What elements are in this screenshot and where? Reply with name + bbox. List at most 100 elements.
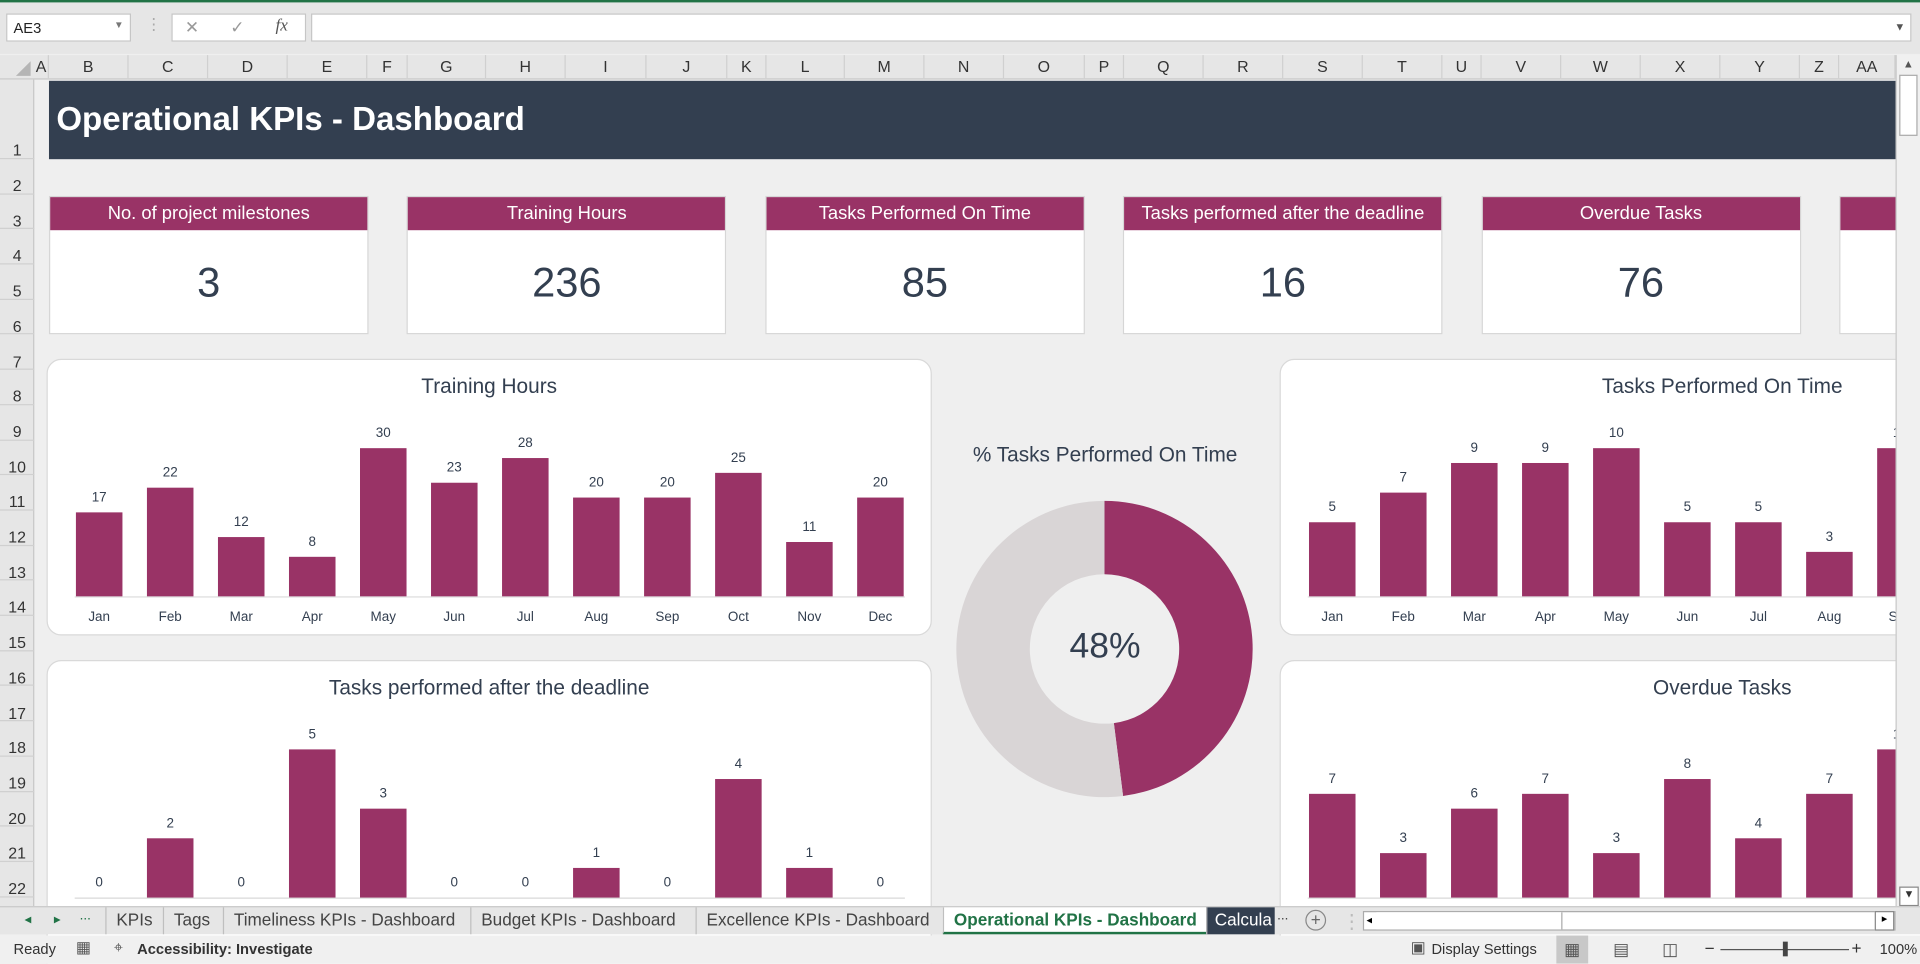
training-hours-chart[interactable]: 17 Jan 22 Feb 12 Mar 8 Apr 30 May 23 Jun 28 Jul 20 Aug 2… [46, 358, 932, 636]
display-settings-button[interactable]: Display Settings [1431, 940, 1536, 957]
row-header-9[interactable]: 9 [0, 405, 35, 441]
bar-Oct[interactable] [715, 472, 762, 597]
horizontal-scrollbar[interactable]: ◂ [1362, 911, 1896, 931]
row-header-7[interactable]: 7 [0, 335, 35, 370]
column-header-M[interactable]: M [845, 55, 925, 80]
scroll-thumb[interactable] [1899, 74, 1918, 136]
zoom-out-button[interactable]: − [1705, 938, 1715, 958]
row-header-21[interactable]: 21 [0, 827, 35, 862]
on-time-tasks-chart[interactable]: 5Jan7Feb9Mar9Apr10May5Jun5Jul3Aug10SepTa… [1279, 358, 1920, 636]
bar-Feb[interactable] [1380, 853, 1427, 898]
row-header-12[interactable]: 12 [0, 511, 35, 546]
bar-Jan[interactable] [75, 512, 123, 597]
bar-Jun[interactable] [1664, 522, 1711, 597]
chevron-down-icon[interactable]: ▼ [114, 20, 124, 31]
column-header-T[interactable]: T [1363, 55, 1443, 80]
name-box[interactable]: AE3 ▼ [6, 13, 132, 42]
row-header-16[interactable]: 16 [0, 651, 35, 687]
vertical-scrollbar[interactable]: ▲ ▼ [1895, 55, 1920, 907]
row-header-14[interactable]: 14 [0, 581, 35, 616]
bar-Feb[interactable] [146, 838, 194, 898]
bar-Aug[interactable] [573, 497, 620, 597]
column-header-P[interactable]: P [1085, 55, 1125, 80]
bar-Mar[interactable] [1451, 808, 1498, 898]
sheet-tab[interactable]: Tags [162, 907, 220, 935]
sheet-tab[interactable]: Budget KPIs - Dashboard [470, 907, 685, 935]
row-header-11[interactable]: 11 [0, 475, 35, 511]
column-header-J[interactable]: J [647, 55, 728, 80]
add-sheet-icon[interactable]: + [1305, 909, 1327, 931]
normal-view-icon[interactable]: ▦ [1556, 935, 1589, 964]
bar-Feb[interactable] [146, 487, 194, 597]
row-header-1[interactable]: 1 [0, 80, 35, 160]
scroll-thumb[interactable] [1376, 912, 1563, 930]
bar-Aug[interactable] [573, 867, 620, 898]
row-header-18[interactable]: 18 [0, 721, 35, 757]
bar-Mar[interactable] [217, 537, 265, 597]
row-header-19[interactable]: 19 [0, 757, 35, 792]
column-header-X[interactable]: X [1641, 55, 1721, 80]
bar-Jul[interactable] [1735, 838, 1782, 898]
column-header-H[interactable]: H [486, 55, 566, 80]
column-header-G[interactable]: G [408, 55, 487, 80]
column-header-K[interactable]: K [727, 55, 767, 80]
cancel-icon[interactable]: ✕ [185, 17, 199, 38]
row-header-22[interactable]: 22 [0, 862, 35, 898]
column-header-N[interactable]: N [924, 55, 1005, 80]
column-header-W[interactable]: W [1561, 55, 1641, 80]
bar-Apr[interactable] [288, 749, 336, 898]
enter-check-icon[interactable]: ✓ [230, 17, 244, 38]
row-header-5[interactable]: 5 [0, 265, 35, 300]
bar-Jul[interactable] [502, 458, 549, 597]
column-header-F[interactable]: F [367, 55, 408, 80]
drag-handle-icon[interactable]: ⋮ [146, 15, 162, 35]
insert-function-icon[interactable]: fx [276, 17, 288, 37]
row-header-2[interactable]: 2 [0, 159, 35, 195]
bar-Jan[interactable] [1308, 793, 1356, 898]
formula-input[interactable]: ▼ [311, 13, 1912, 42]
sheet-tab[interactable]: Excellence KPIs - Dashboard [695, 907, 940, 935]
zoom-level[interactable]: 100% [1880, 940, 1918, 957]
column-header-A[interactable]: A [34, 55, 49, 80]
column-header-C[interactable]: C [129, 55, 209, 80]
bar-Jun[interactable] [1664, 779, 1711, 898]
column-header-Q[interactable]: Q [1124, 55, 1204, 80]
bar-Mar[interactable] [1451, 462, 1498, 597]
row-header-8[interactable]: 8 [0, 370, 35, 406]
more-sheets-right[interactable]: ... [1277, 909, 1288, 924]
bar-Jul[interactable] [1735, 522, 1782, 597]
bar-Jan[interactable] [1308, 522, 1356, 597]
bar-Aug[interactable] [1806, 551, 1853, 597]
sheet-tab[interactable]: Operational KPIs - Dashboard [942, 907, 1207, 935]
on-time-donut-chart[interactable]: % Tasks Performed On Time 48% [943, 429, 1267, 821]
row-header-6[interactable]: 6 [0, 300, 35, 335]
prev-sheet-icon[interactable]: ◂ [24, 911, 31, 927]
bar-Sep[interactable] [644, 497, 691, 597]
page-break-view-icon[interactable]: ◫ [1654, 936, 1686, 964]
expand-formula-icon[interactable]: ▼ [1894, 21, 1905, 33]
column-header-S[interactable]: S [1283, 55, 1363, 80]
macro-record-icon[interactable]: ▦ [76, 938, 91, 958]
column-header-D[interactable]: D [208, 55, 288, 80]
column-header-L[interactable]: L [767, 55, 845, 80]
bar-Jun[interactable] [431, 482, 478, 597]
row-header-3[interactable]: 3 [0, 194, 35, 230]
bar-May[interactable] [1593, 853, 1640, 898]
sheet-tab[interactable]: Calcula [1206, 907, 1275, 935]
column-header-U[interactable]: U [1442, 55, 1482, 80]
tab-splitter[interactable]: ⋮ [1342, 910, 1362, 934]
row-header-15[interactable]: 15 [0, 616, 35, 652]
bar-Apr[interactable] [1522, 793, 1569, 898]
bar-Dec[interactable] [857, 497, 904, 597]
sheet-tab[interactable]: KPIs [105, 907, 162, 935]
column-header-I[interactable]: I [566, 55, 647, 80]
scroll-down-icon[interactable]: ▼ [1899, 886, 1919, 907]
bar-Apr[interactable] [1522, 462, 1569, 597]
bar-Oct[interactable] [715, 779, 762, 898]
bar-Aug[interactable] [1806, 793, 1853, 898]
row-header-17[interactable]: 17 [0, 686, 35, 722]
row-header-10[interactable]: 10 [0, 440, 35, 476]
bar-Feb[interactable] [1380, 492, 1427, 597]
bar-Apr[interactable] [288, 556, 336, 597]
next-sheet-icon[interactable]: ▸ [54, 911, 61, 927]
